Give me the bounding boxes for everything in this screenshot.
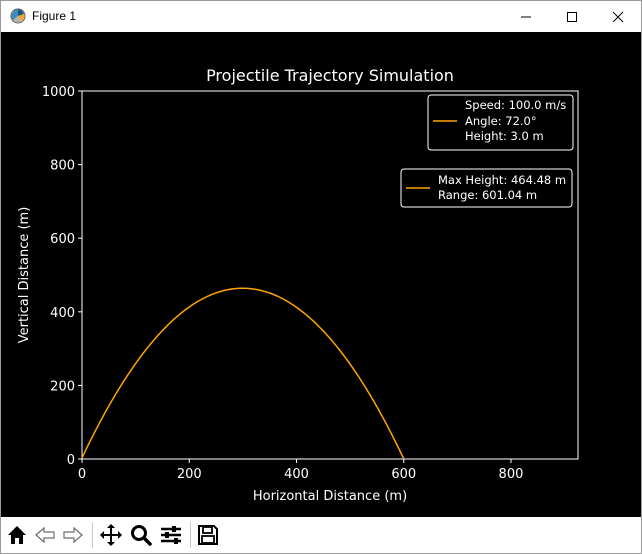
legend-results[interactable]: Max Height: 464.48 m Range: 601.04 m: [400, 168, 573, 208]
pan-button[interactable]: [98, 521, 124, 549]
y-tick-label: 0: [67, 453, 75, 468]
legend-max-height: Max Height: 464.48 m: [438, 173, 566, 187]
forward-icon: [63, 526, 83, 544]
x-axis-label: Horizontal Distance (m): [253, 489, 407, 504]
y-axis-label: Vertical Distance (m): [17, 207, 32, 344]
legend-parameters[interactable]: Speed: 100.0 m/s Angle: 72.0° Height: 3.…: [427, 94, 574, 151]
save-button[interactable]: [195, 521, 221, 549]
configure-subplots-icon: [161, 526, 181, 544]
save-icon: [198, 525, 218, 545]
title-bar[interactable]: Figure 1: [1, 1, 641, 32]
x-tick-label: 600: [391, 467, 416, 482]
y-tick-label: 800: [50, 159, 75, 174]
minimize-button[interactable]: [503, 1, 549, 32]
close-icon: [612, 11, 624, 23]
home-icon: [8, 526, 26, 544]
back-icon: [35, 526, 55, 544]
zoom-button[interactable]: [128, 521, 154, 549]
y-tick-label: 1000: [42, 85, 75, 100]
window-title: Figure 1: [32, 9, 77, 23]
y-tick-label: 600: [50, 232, 75, 247]
toolbar-separator: [92, 522, 93, 548]
forward-button[interactable]: [60, 521, 86, 549]
plot-canvas: Projectile Trajectory Simulation 0 200 400…: [17, 66, 579, 504]
legend-angle: Angle: 72.0°: [465, 114, 537, 128]
figure-window: Figure 1 Projectile Trajectory Simulatio…: [0, 0, 642, 554]
chart-title: Projectile Trajectory Simulation: [206, 66, 454, 85]
back-button[interactable]: [32, 521, 58, 549]
configure-subplots-button[interactable]: [158, 521, 184, 549]
legend-height: Height: 3.0 m: [465, 129, 544, 143]
zoom-icon: [131, 525, 152, 546]
maximize-button[interactable]: [549, 1, 595, 32]
toolbar-separator: [190, 522, 191, 548]
navigation-toolbar: [1, 517, 641, 553]
x-tick-label: 0: [78, 467, 86, 482]
legend-range: Range: 601.04 m: [438, 188, 537, 202]
x-tick-label: 400: [284, 467, 309, 482]
y-tick-label: 200: [50, 379, 75, 394]
matplotlib-icon: [10, 8, 26, 24]
x-tick-label: 800: [499, 467, 524, 482]
pan-icon: [100, 524, 122, 546]
x-tick-label: 200: [177, 467, 202, 482]
y-tick-label: 400: [50, 306, 75, 321]
close-button[interactable]: [595, 1, 641, 32]
home-button[interactable]: [4, 521, 30, 549]
maximize-icon: [567, 12, 577, 22]
minimize-icon: [521, 16, 531, 18]
legend-speed: Speed: 100.0 m/s: [465, 98, 566, 112]
